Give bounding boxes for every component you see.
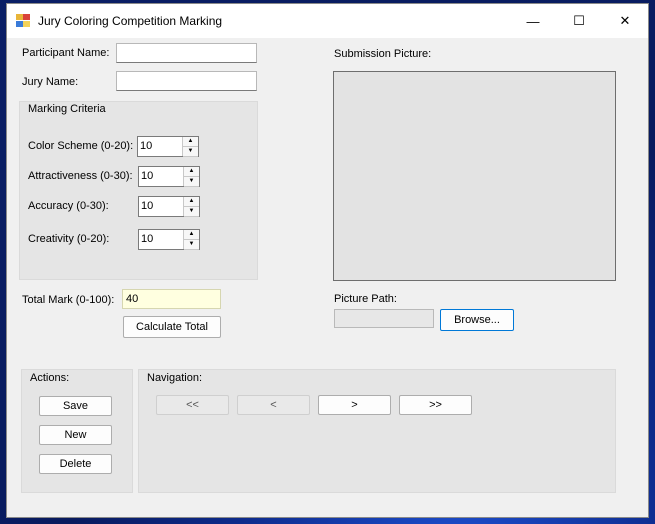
actions-title: Actions: <box>30 372 70 384</box>
spin-up-icon[interactable]: ▲ <box>183 137 198 147</box>
total-mark-field <box>122 289 221 309</box>
app-window: Jury Coloring Competition Marking — ☐ ✕ … <box>6 3 649 518</box>
first-record-button[interactable]: << <box>156 395 229 415</box>
attractiveness-stepper[interactable]: 10 ▲ ▼ <box>138 166 200 187</box>
attractiveness-label: Attractiveness (0-30): <box>28 170 133 182</box>
spin-down-icon[interactable]: ▼ <box>184 177 199 187</box>
spin-up-icon[interactable]: ▲ <box>184 197 199 207</box>
color-scheme-stepper[interactable]: 10 ▲ ▼ <box>137 136 199 157</box>
creativity-stepper[interactable]: 10 ▲ ▼ <box>138 229 200 250</box>
jury-name-input[interactable] <box>116 71 257 91</box>
marking-criteria-group: Marking Criteria Color Scheme (0-20): 10… <box>19 101 258 280</box>
participant-name-label: Participant Name: <box>22 47 110 59</box>
accuracy-label: Accuracy (0-30): <box>28 200 109 212</box>
title-bar: Jury Coloring Competition Marking — ☐ ✕ <box>7 4 648 38</box>
creativity-label: Creativity (0-20): <box>28 233 110 245</box>
actions-group: Actions: Save New Delete <box>21 369 133 493</box>
spin-down-icon[interactable]: ▼ <box>184 207 199 217</box>
navigation-group: Navigation: << < > >> <box>138 369 616 493</box>
creativity-value: 10 <box>141 233 154 245</box>
color-scheme-value: 10 <box>140 140 153 152</box>
submission-picture-box <box>333 71 616 281</box>
total-mark-label: Total Mark (0-100): <box>22 294 115 306</box>
navigation-title: Navigation: <box>147 372 203 384</box>
save-button[interactable]: Save <box>39 396 112 416</box>
maximize-icon: ☐ <box>573 13 585 28</box>
close-button[interactable]: ✕ <box>602 4 648 38</box>
next-record-button[interactable]: > <box>318 395 391 415</box>
submission-picture-label: Submission Picture: <box>334 48 432 60</box>
close-icon: ✕ <box>619 13 631 28</box>
browse-button[interactable]: Browse... <box>440 309 514 331</box>
app-icon <box>16 14 32 28</box>
marking-criteria-title: Marking Criteria <box>28 103 106 115</box>
accuracy-stepper[interactable]: 10 ▲ ▼ <box>138 196 200 217</box>
color-scheme-label: Color Scheme (0-20): <box>28 140 134 152</box>
maximize-button[interactable]: ☐ <box>556 4 602 38</box>
new-button[interactable]: New <box>39 425 112 445</box>
attractiveness-value: 10 <box>141 170 154 182</box>
delete-button[interactable]: Delete <box>39 454 112 474</box>
accuracy-value: 10 <box>141 200 154 212</box>
spin-up-icon[interactable]: ▲ <box>184 167 199 177</box>
last-record-button[interactable]: >> <box>399 395 472 415</box>
calculate-total-button[interactable]: Calculate Total <box>123 316 221 338</box>
minimize-button[interactable]: — <box>510 4 556 38</box>
picture-path-label: Picture Path: <box>334 293 397 305</box>
spin-down-icon[interactable]: ▼ <box>184 240 199 250</box>
picture-path-field[interactable] <box>334 309 434 328</box>
minimize-icon: — <box>526 13 540 29</box>
jury-name-label: Jury Name: <box>22 76 79 88</box>
previous-record-button[interactable]: < <box>237 395 310 415</box>
window-title: Jury Coloring Competition Marking <box>38 14 223 28</box>
spin-down-icon[interactable]: ▼ <box>183 147 198 157</box>
participant-name-input[interactable] <box>116 43 257 63</box>
spin-up-icon[interactable]: ▲ <box>184 230 199 240</box>
